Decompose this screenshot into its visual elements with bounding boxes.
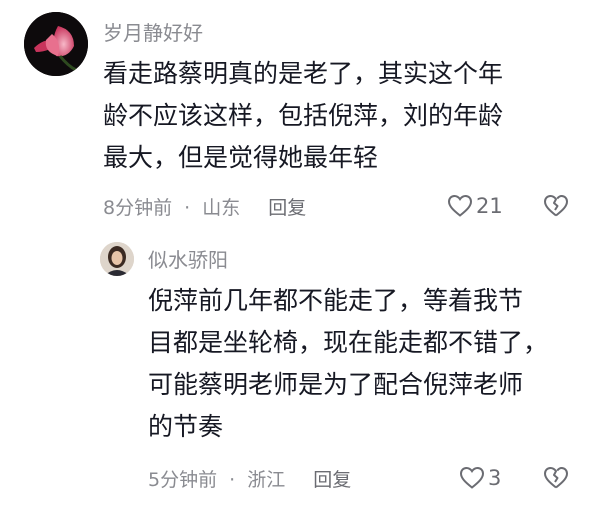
like-button[interactable]: 3 xyxy=(459,466,501,490)
like-count: 21 xyxy=(476,194,503,218)
dislike-button[interactable] xyxy=(543,466,569,490)
comment-line: 可能蔡明老师是为了配合倪萍老师 xyxy=(148,370,524,399)
separator: · xyxy=(184,197,191,219)
heart-icon xyxy=(447,194,473,217)
location: 浙江 xyxy=(247,469,286,491)
comment-text: 看走路蔡明真的是老了，其实这个年 龄不应该这样，包括倪萍，刘的年龄 最大，但是觉… xyxy=(103,53,503,179)
reply-button[interactable]: 回复 xyxy=(268,197,306,219)
woman-portrait-avatar-icon xyxy=(100,242,134,276)
reply-button[interactable]: 回复 xyxy=(313,469,351,491)
username[interactable]: 似水骄阳 xyxy=(148,248,228,272)
like-button[interactable]: 21 xyxy=(447,194,503,218)
timestamp: 5分钟前 xyxy=(148,469,218,491)
like-count: 3 xyxy=(488,466,502,490)
heart-icon xyxy=(459,466,485,489)
comment-line: 的节奏 xyxy=(148,412,224,441)
comment-meta: 8分钟前 · 山东 回复 xyxy=(103,196,306,220)
comment-line: 最大，但是觉得她最年轻 xyxy=(103,143,379,172)
comment-line: 看走路蔡明真的是老了，其实这个年 xyxy=(103,59,504,88)
username[interactable]: 岁月静好好 xyxy=(103,21,203,45)
comment-line: 倪萍前几年都不能走了，等着我节 xyxy=(148,286,524,315)
timestamp: 8分钟前 xyxy=(103,197,173,219)
avatar[interactable] xyxy=(24,12,88,76)
avatar[interactable] xyxy=(100,242,134,276)
lotus-flower-avatar-icon xyxy=(24,12,88,76)
dislike-button[interactable] xyxy=(543,194,569,218)
separator: · xyxy=(229,469,236,491)
comment-line: 目都是坐轮椅，现在能走都不错了， xyxy=(148,328,549,357)
comment-meta: 5分钟前 · 浙江 回复 xyxy=(148,468,351,492)
comment-line: 龄不应该这样，包括倪萍，刘的年龄 xyxy=(103,101,504,130)
broken-heart-icon xyxy=(544,195,568,217)
broken-heart-icon xyxy=(544,467,568,489)
location: 山东 xyxy=(202,197,241,219)
comment-text: 倪萍前几年都不能走了，等着我节 目都是坐轮椅，现在能走都不错了， 可能蔡明老师是… xyxy=(148,280,548,448)
